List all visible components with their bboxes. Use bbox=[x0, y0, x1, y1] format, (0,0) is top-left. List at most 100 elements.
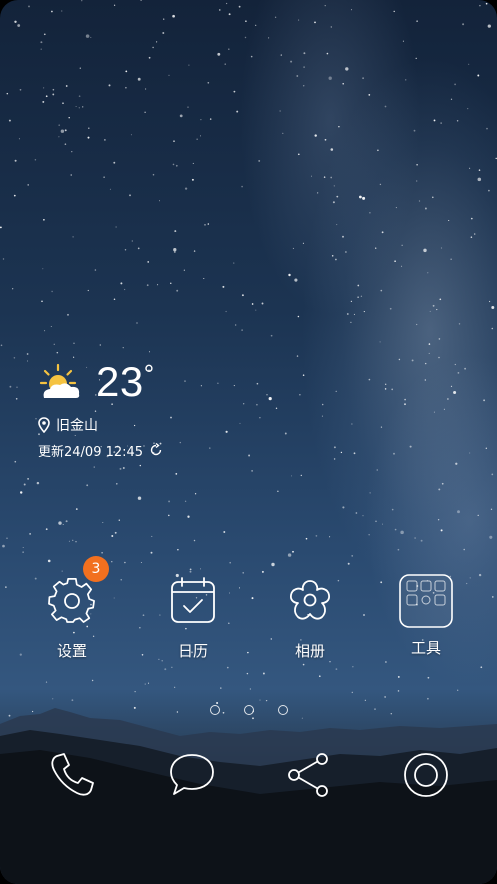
star bbox=[129, 194, 131, 197]
star bbox=[391, 508, 394, 511]
star bbox=[298, 19, 300, 21]
star bbox=[450, 258, 452, 260]
page-dot[interactable] bbox=[243, 705, 254, 715]
star bbox=[61, 10, 63, 12]
star bbox=[294, 278, 298, 282]
star bbox=[351, 555, 354, 557]
star bbox=[228, 48, 230, 50]
app-label-settings: 设置 bbox=[56, 642, 87, 660]
star bbox=[140, 561, 142, 564]
message-icon[interactable] bbox=[167, 750, 217, 800]
weather-widget[interactable]: 23° 旧金山 更新24/09 12:45 bbox=[38, 356, 258, 460]
app-settings[interactable]: 设置 3 bbox=[27, 556, 117, 661]
star bbox=[40, 41, 43, 44]
star bbox=[14, 20, 17, 23]
star bbox=[58, 124, 60, 126]
star bbox=[477, 74, 480, 77]
page-dot[interactable] bbox=[209, 705, 220, 715]
star bbox=[416, 163, 418, 166]
star bbox=[225, 2, 228, 5]
app-label-tools: 工具 bbox=[410, 639, 441, 657]
star bbox=[241, 294, 244, 297]
star bbox=[53, 343, 55, 345]
star bbox=[463, 548, 465, 551]
star bbox=[170, 282, 172, 284]
star bbox=[209, 118, 212, 120]
app-calendar[interactable]: 日历 bbox=[148, 572, 238, 661]
star bbox=[187, 106, 189, 108]
star bbox=[15, 398, 18, 400]
star bbox=[250, 55, 253, 58]
star bbox=[42, 100, 45, 103]
star bbox=[139, 464, 141, 467]
star bbox=[144, 111, 146, 113]
star bbox=[376, 469, 378, 471]
star bbox=[409, 445, 412, 448]
page-dot[interactable] bbox=[277, 705, 288, 715]
star bbox=[2, 544, 5, 548]
star bbox=[75, 508, 78, 510]
star bbox=[6, 92, 9, 95]
location-pin-icon bbox=[38, 417, 50, 433]
star bbox=[152, 46, 154, 49]
camera-icon[interactable] bbox=[401, 750, 451, 800]
star bbox=[290, 475, 293, 477]
star bbox=[429, 310, 431, 312]
star bbox=[333, 185, 335, 187]
star bbox=[67, 313, 69, 316]
star bbox=[355, 512, 358, 514]
phone-icon[interactable] bbox=[47, 750, 97, 800]
star bbox=[439, 298, 442, 301]
star bbox=[58, 521, 62, 525]
star bbox=[464, 367, 466, 370]
star bbox=[65, 520, 68, 523]
star bbox=[43, 33, 46, 36]
star bbox=[229, 561, 231, 564]
star bbox=[302, 85, 305, 87]
star bbox=[159, 200, 160, 202]
star bbox=[189, 568, 192, 571]
star bbox=[87, 136, 90, 139]
star bbox=[27, 477, 30, 480]
star bbox=[90, 36, 92, 38]
star bbox=[423, 248, 427, 253]
star bbox=[122, 347, 124, 349]
star bbox=[62, 102, 64, 104]
star bbox=[87, 289, 89, 292]
star bbox=[314, 21, 316, 24]
star bbox=[469, 452, 471, 454]
update-time: 更新24/09 12:45 bbox=[38, 444, 144, 460]
star bbox=[404, 398, 406, 401]
star bbox=[2, 258, 5, 260]
star bbox=[65, 85, 68, 87]
star bbox=[345, 251, 347, 253]
star bbox=[491, 306, 495, 309]
star bbox=[333, 446, 336, 449]
star bbox=[380, 426, 383, 428]
star bbox=[342, 83, 344, 85]
star bbox=[168, 74, 170, 76]
star bbox=[50, 325, 52, 328]
star bbox=[416, 20, 418, 22]
star bbox=[375, 247, 377, 249]
star bbox=[193, 539, 196, 542]
star bbox=[455, 462, 458, 465]
refresh-icon[interactable] bbox=[149, 443, 163, 457]
star bbox=[491, 473, 494, 476]
star bbox=[262, 672, 265, 675]
app-tools-folder[interactable]: 工具 bbox=[381, 572, 471, 658]
star bbox=[168, 500, 171, 503]
star bbox=[125, 70, 128, 73]
star bbox=[458, 323, 461, 325]
app-row: 设置 3 日历 相册 工具 bbox=[0, 556, 497, 668]
star bbox=[124, 561, 126, 564]
share-icon[interactable] bbox=[284, 750, 334, 800]
star bbox=[51, 290, 53, 293]
star bbox=[282, 132, 284, 134]
star bbox=[45, 95, 48, 98]
location-label: 旧金山 bbox=[56, 418, 98, 434]
star bbox=[93, 466, 95, 468]
app-gallery[interactable]: 相册 bbox=[265, 572, 355, 661]
star bbox=[245, 20, 247, 23]
star bbox=[238, 5, 241, 8]
